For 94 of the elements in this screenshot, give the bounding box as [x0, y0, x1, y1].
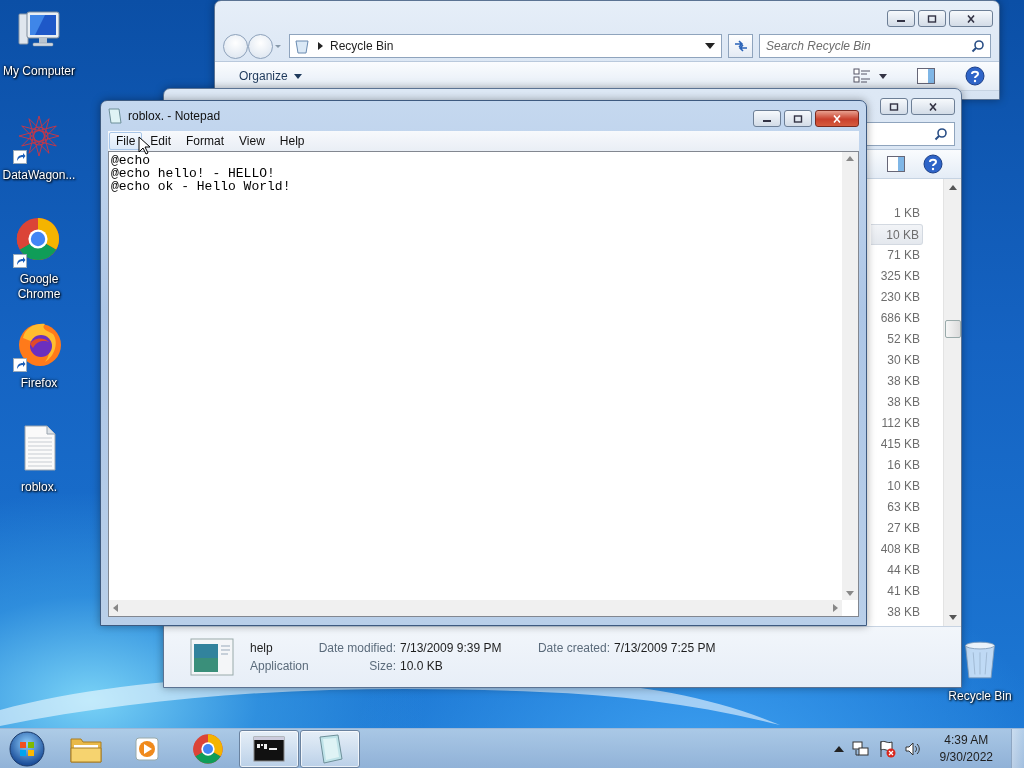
organize-menu[interactable]: Organize	[233, 67, 308, 85]
size-cell[interactable]: 10 KB	[871, 224, 923, 245]
chrome-logo-icon[interactable]	[192, 732, 224, 765]
size-cell[interactable]: 415 KB	[871, 434, 923, 455]
scroll-down-icon[interactable]	[846, 591, 854, 596]
menu-item[interactable]: File	[109, 132, 143, 150]
scrollbar[interactable]	[943, 179, 961, 626]
address-bar[interactable]: Recycle Bin	[289, 34, 722, 58]
desktop-icon-label[interactable]: roblox.	[0, 480, 78, 495]
search-field[interactable]: Search Recycle Bin	[759, 34, 991, 58]
close-button[interactable]	[815, 110, 859, 127]
refresh-button[interactable]	[728, 34, 753, 58]
close-icon	[966, 14, 976, 23]
show-hidden-icons-icon[interactable]	[833, 745, 844, 752]
size-label: Size:	[368, 658, 397, 674]
address-text: Recycle Bin	[330, 39, 395, 53]
close-icon	[928, 102, 938, 111]
desktop-icon-label[interactable]: My Computer	[0, 64, 78, 79]
size-cell[interactable]: 30 KB	[871, 350, 923, 371]
refresh-icon	[732, 39, 749, 53]
help-icon[interactable]	[965, 66, 985, 86]
maximize-icon	[927, 14, 937, 23]
size-cell[interactable]: 1 KB	[871, 203, 923, 224]
horizontal-scrollbar[interactable]	[109, 600, 842, 616]
maximize-icon	[793, 114, 803, 123]
search-icon[interactable]	[934, 127, 948, 141]
scroll-left-icon[interactable]	[113, 604, 118, 612]
scrollbar-thumb[interactable]	[945, 320, 961, 338]
size-cell[interactable]: 10 KB	[871, 476, 923, 497]
window-title: roblox. - Notepad	[128, 109, 222, 123]
desktop-icon-label[interactable]: DataWagon...	[0, 168, 78, 183]
date-created-value: 7/13/2009 7:25 PM	[614, 640, 716, 656]
desktop-icon-label[interactable]: Firefox	[0, 376, 78, 391]
size-cell[interactable]: 38 KB	[871, 602, 923, 623]
file-name: help	[250, 640, 274, 656]
size-cell[interactable]: 408 KB	[871, 539, 923, 560]
view-options-icon[interactable]	[853, 68, 871, 84]
vertical-scrollbar[interactable]	[842, 152, 858, 600]
maximize-button[interactable]	[880, 98, 908, 115]
size-cell[interactable]: 41 KB	[871, 581, 923, 602]
size-cell[interactable]: 686 KB	[871, 308, 923, 329]
size-cell[interactable]: 38 KB	[871, 371, 923, 392]
scroll-up-icon[interactable]	[948, 185, 957, 190]
size-cell[interactable]: 63 KB	[871, 497, 923, 518]
desktop-icon-label[interactable]: Recycle Bin	[941, 689, 1019, 704]
help-icon[interactable]	[923, 154, 943, 174]
flag-warning-icon[interactable]	[877, 739, 896, 758]
size-cell[interactable]: 112 KB	[871, 413, 923, 434]
file-type: Application	[250, 658, 310, 674]
taskbar-button[interactable]	[239, 729, 299, 768]
preview-pane-icon[interactable]	[917, 68, 935, 84]
clock-time[interactable]: 4:39 AM	[944, 731, 989, 749]
recycle-bin-icon	[294, 38, 310, 54]
clock-date[interactable]: 9/30/2022	[939, 748, 993, 766]
start-button[interactable]	[9, 730, 45, 767]
minimize-button[interactable]	[887, 10, 915, 27]
close-icon	[832, 114, 842, 123]
dropdown-arrow-icon[interactable]	[879, 73, 887, 79]
size-cell[interactable]: 27 KB	[871, 518, 923, 539]
scroll-right-icon[interactable]	[833, 604, 838, 612]
menu-item[interactable]: View	[232, 132, 272, 150]
preview-pane-icon[interactable]	[887, 156, 905, 172]
date-modified-value: 7/13/2009 9:39 PM	[400, 640, 503, 656]
size-value: 10.0 KB	[400, 658, 444, 674]
dropdown-arrow-icon[interactable]	[705, 43, 715, 49]
date-created-label: Date created:	[536, 640, 611, 656]
application-icon	[190, 638, 234, 676]
scroll-up-icon[interactable]	[846, 156, 854, 161]
network-icon[interactable]	[851, 739, 870, 758]
size-cell[interactable]: 230 KB	[871, 287, 923, 308]
date-modified-label: Date modified:	[317, 640, 397, 656]
size-cell[interactable]: 52 KB	[871, 329, 923, 350]
caret-icon	[293, 73, 302, 79]
chevron-right-icon[interactable]	[316, 41, 324, 51]
size-cell[interactable]: 38 KB	[871, 392, 923, 413]
media-player-icon	[133, 734, 161, 763]
size-cell[interactable]: 325 KB	[871, 266, 923, 287]
close-button[interactable]	[911, 98, 955, 115]
maximize-button[interactable]	[784, 110, 812, 127]
size-cell[interactable]: 71 KB	[871, 245, 923, 266]
search-icon[interactable]	[971, 39, 985, 53]
notepad-icon	[108, 108, 122, 124]
size-cell[interactable]: 44 KB	[871, 560, 923, 581]
maximize-icon	[889, 102, 899, 111]
minimize-button[interactable]	[753, 110, 781, 127]
menu-item[interactable]: Help	[272, 132, 312, 150]
close-button[interactable]	[949, 10, 993, 27]
chrome-logo-icon[interactable]	[15, 216, 61, 262]
command-prompt-icon	[253, 735, 285, 762]
size-cell[interactable]: 16 KB	[871, 455, 923, 476]
maximize-button[interactable]	[918, 10, 946, 27]
scroll-down-icon[interactable]	[948, 615, 957, 620]
desktop-icon-label[interactable]: Google Chrome	[0, 272, 78, 302]
menu-item[interactable]: Format	[179, 132, 232, 150]
